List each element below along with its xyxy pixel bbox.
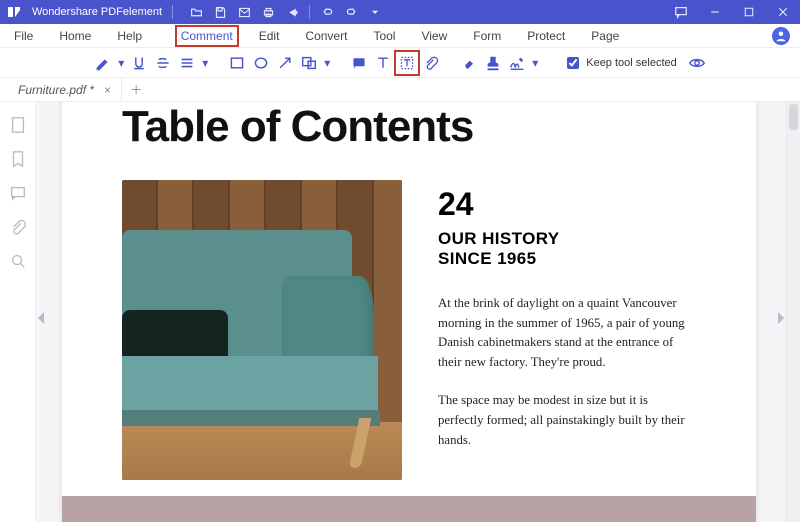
search-panel-icon[interactable] [9,252,27,270]
highlight-tool-caret-icon[interactable]: ▾ [117,56,125,70]
oval-shape-tool-icon[interactable] [251,53,271,73]
document-tab[interactable]: Furniture.pdf * × [8,78,122,102]
strikethrough-tool-icon[interactable] [153,53,173,73]
signature-tool-icon[interactable] [507,53,527,73]
bookmarks-icon[interactable] [9,150,27,168]
menu-tool[interactable]: Tool [369,27,399,45]
menu-file[interactable]: File [10,27,37,45]
left-sidebar [0,102,36,522]
more-shapes-tool-icon[interactable] [299,53,319,73]
titlebar: Wondershare PDFelement [0,0,800,24]
keep-tool-selected-label: Keep tool selected [586,57,677,69]
new-tab-button[interactable]: ＋ [122,81,150,98]
section-image [122,180,402,480]
thumbnails-icon[interactable] [9,116,27,134]
share-icon[interactable] [285,5,299,19]
arrow-shape-tool-icon[interactable] [275,53,295,73]
keep-tool-selected-toggle[interactable]: Keep tool selected [563,54,677,72]
window-minimize-button[interactable] [704,2,726,22]
page-title: Table of Contents [122,102,696,152]
document-canvas[interactable]: Table of Contents 24 OUR HISTORY SINCE 1… [36,102,786,522]
window-maximize-button[interactable] [738,2,760,22]
workspace: Table of Contents 24 OUR HISTORY SINCE 1… [0,102,800,522]
feedback-icon[interactable] [670,2,692,22]
redo-icon[interactable] [344,5,358,19]
window-close-button[interactable] [772,2,794,22]
menu-help[interactable]: Help [113,27,146,45]
menu-view[interactable]: View [417,27,451,45]
rectangle-shape-tool-icon[interactable] [227,53,247,73]
document-page: Table of Contents 24 OUR HISTORY SINCE 1… [62,102,756,522]
undo-icon[interactable] [320,5,334,19]
qat-more-icon[interactable] [368,5,382,19]
menu-home[interactable]: Home [55,27,95,45]
menubar: File Home Help Comment Edit Convert Tool… [0,24,800,48]
attachment-tool-icon[interactable] [421,53,441,73]
note-tool-icon[interactable] [349,53,369,73]
body-paragraph: The space may be modest in size but it i… [438,391,696,450]
body-paragraph: At the brink of daylight on a quaint Van… [438,294,696,373]
keep-tool-selected-checkbox[interactable] [567,57,579,69]
section-heading: OUR HISTORY SINCE 1965 [438,229,696,270]
menu-edit[interactable]: Edit [255,27,284,45]
squiggly-tool-caret-icon[interactable]: ▾ [201,56,209,70]
section-number: 24 [438,186,696,223]
email-icon[interactable] [237,5,251,19]
more-shapes-caret-icon[interactable]: ▾ [323,56,331,70]
document-tab-bar: Furniture.pdf * × ＋ [0,78,800,102]
open-folder-icon[interactable] [189,5,203,19]
menu-comment[interactable]: Comment [177,27,237,45]
attachments-panel-icon[interactable] [9,218,27,236]
menu-protect[interactable]: Protect [523,27,569,45]
print-icon[interactable] [261,5,275,19]
squiggly-tool-icon[interactable] [177,53,197,73]
menu-form[interactable]: Form [469,27,505,45]
app-title: Wondershare PDFelement [32,6,162,18]
underline-tool-icon[interactable] [129,53,149,73]
text-tool-icon[interactable] [373,53,393,73]
user-avatar[interactable] [772,27,790,45]
stamp-tool-icon[interactable] [483,53,503,73]
menu-page[interactable]: Page [587,27,623,45]
comments-panel-icon[interactable] [9,184,27,202]
quick-access-toolbar [189,5,382,19]
page-footer-stripe [62,496,756,522]
app-logo-icon [6,4,22,20]
eraser-tool-icon[interactable] [459,53,479,73]
hide-annotations-icon[interactable] [687,53,707,73]
vertical-scrollbar[interactable] [786,102,800,522]
typewriter-tool-icon[interactable] [397,53,417,73]
highlight-tool-icon[interactable] [93,53,113,73]
document-tab-label: Furniture.pdf * [18,83,94,97]
comment-toolbar: ▾ ▾ ▾ ▾ Keep [0,48,800,78]
tab-close-icon[interactable]: × [104,83,111,97]
menu-convert[interactable]: Convert [301,27,351,45]
save-icon[interactable] [213,5,227,19]
signature-tool-caret-icon[interactable]: ▾ [531,56,539,70]
